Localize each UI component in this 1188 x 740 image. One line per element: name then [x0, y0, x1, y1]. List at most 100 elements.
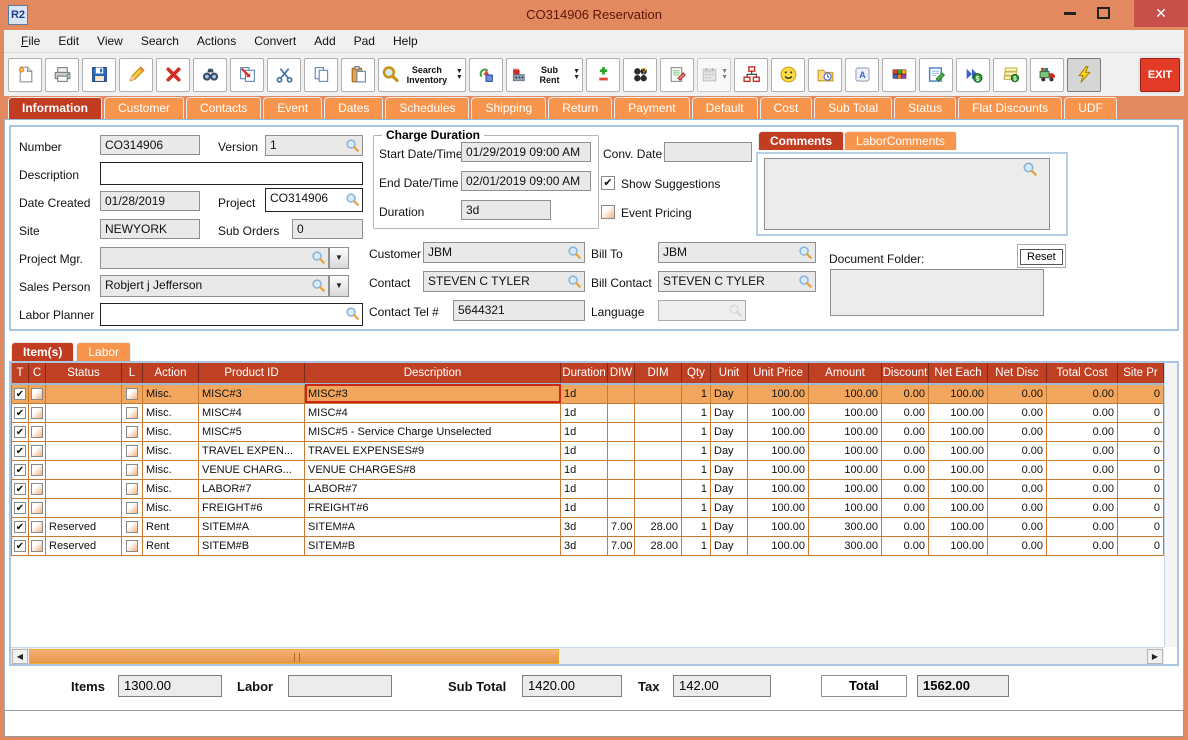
comments-textarea[interactable] — [764, 158, 1050, 230]
checked-checkbox-icon[interactable]: ✔ — [14, 464, 26, 476]
column-header-status[interactable]: Status — [46, 363, 122, 384]
cell-dim[interactable] — [635, 441, 682, 460]
cubes-button[interactable] — [882, 58, 916, 92]
cell-duration[interactable]: 1d — [561, 422, 608, 441]
menu-file[interactable]: File — [12, 31, 49, 51]
menu-actions[interactable]: Actions — [188, 31, 245, 51]
column-header-dim[interactable]: DIM — [635, 363, 682, 384]
search-icon[interactable] — [345, 192, 360, 207]
cell-site-pr[interactable]: 0 — [1118, 479, 1164, 498]
tab-default[interactable]: Default — [692, 97, 758, 119]
row-l-checkbox[interactable] — [122, 441, 143, 460]
row-select-checkbox[interactable]: ✔ — [12, 422, 29, 441]
column-header-unit-price[interactable]: Unit Price — [748, 363, 809, 384]
row-l-checkbox[interactable] — [122, 479, 143, 498]
cell-dim[interactable] — [635, 403, 682, 422]
row-select-checkbox[interactable]: ✔ — [12, 479, 29, 498]
cell-description[interactable]: SITEM#B — [305, 536, 561, 555]
table-row[interactable]: ✔Misc.MISC#3MISC#31d1Day100.00100.000.00… — [12, 384, 1164, 403]
edit-button[interactable] — [119, 58, 153, 92]
cell-action[interactable]: Rent — [143, 536, 199, 555]
horizontal-scrollbar[interactable]: ◀ ▶ — [11, 647, 1164, 664]
column-header-diw[interactable]: DIW — [608, 363, 635, 384]
cell-description[interactable]: SITEM#A — [305, 517, 561, 536]
cell-amount[interactable]: 300.00 — [809, 517, 882, 536]
row-c-checkbox[interactable] — [29, 403, 46, 422]
cell-status[interactable] — [46, 403, 122, 422]
cell-discount[interactable]: 0.00 — [882, 384, 929, 403]
cell-diw[interactable]: 7.00 — [608, 536, 635, 555]
row-select-checkbox[interactable]: ✔ — [12, 403, 29, 422]
row-l-checkbox[interactable] — [122, 422, 143, 441]
search-icon[interactable] — [798, 274, 813, 289]
cell-duration[interactable]: 1d — [561, 403, 608, 422]
cell-qty[interactable]: 1 — [682, 536, 711, 555]
column-header-qty[interactable]: Qty — [682, 363, 711, 384]
cell-net-disc[interactable]: 0.00 — [988, 498, 1047, 517]
cell-total-cost[interactable]: 0.00 — [1047, 479, 1118, 498]
dropdown-arrows-icon[interactable]: ▼▼ — [721, 69, 728, 81]
add-remove-button[interactable] — [586, 58, 620, 92]
table-row[interactable]: ✔Misc.MISC#4MISC#41d1Day100.00100.000.00… — [12, 403, 1164, 422]
cell-duration[interactable]: 1d — [561, 460, 608, 479]
unchecked-checkbox-icon[interactable] — [31, 407, 43, 419]
notepad-button[interactable] — [660, 58, 694, 92]
column-header-action[interactable]: Action — [143, 363, 199, 384]
cell-amount[interactable]: 100.00 — [809, 422, 882, 441]
column-header-description[interactable]: Description — [305, 363, 561, 384]
unchecked-checkbox-icon[interactable] — [31, 521, 43, 533]
cell-discount[interactable]: 0.00 — [882, 536, 929, 555]
exit-button[interactable]: EXIT — [1140, 58, 1180, 92]
search-icon[interactable] — [567, 245, 582, 260]
title-bar[interactable]: R2 CO314906 Reservation ✕ — [0, 0, 1188, 30]
sub-rent-button[interactable]: Sub Rent▼▼ — [506, 58, 583, 92]
cell-amount[interactable]: 100.00 — [809, 441, 882, 460]
cell-total-cost[interactable]: 0.00 — [1047, 422, 1118, 441]
cell-dim[interactable]: 28.00 — [635, 517, 682, 536]
cell-unit-price[interactable]: 100.00 — [748, 422, 809, 441]
cell-diw[interactable]: 7.00 — [608, 517, 635, 536]
project-mgr-field[interactable] — [100, 247, 329, 269]
cell-qty[interactable]: 1 — [682, 460, 711, 479]
vertical-scrollbar[interactable] — [1164, 363, 1177, 647]
row-l-checkbox[interactable] — [122, 460, 143, 479]
tab-laborcomments[interactable]: LaborComments — [844, 131, 957, 150]
checked-checkbox-icon[interactable]: ✔ — [14, 445, 26, 457]
cell-dim[interactable] — [635, 422, 682, 441]
row-select-checkbox[interactable]: ✔ — [12, 517, 29, 536]
menu-search[interactable]: Search — [132, 31, 188, 51]
cell-action[interactable]: Misc. — [143, 479, 199, 498]
cell-discount[interactable]: 0.00 — [882, 517, 929, 536]
cell-site-pr[interactable]: 0 — [1118, 517, 1164, 536]
row-l-checkbox[interactable] — [122, 403, 143, 422]
column-header-net-disc[interactable]: Net Disc — [988, 363, 1047, 384]
cell-total-cost[interactable]: 0.00 — [1047, 517, 1118, 536]
tab-status[interactable]: Status — [894, 97, 956, 119]
cell-discount[interactable]: 0.00 — [882, 403, 929, 422]
cell-dim[interactable] — [635, 479, 682, 498]
table-row[interactable]: ✔Misc.LABOR#7LABOR#71d1Day100.00100.000.… — [12, 479, 1164, 498]
cell-site-pr[interactable]: 0 — [1118, 441, 1164, 460]
delivery-button[interactable] — [1030, 58, 1064, 92]
cell-total-cost[interactable]: 0.00 — [1047, 403, 1118, 422]
project-mgr-dropdown-icon[interactable]: ▼ — [329, 247, 349, 269]
cell-unit[interactable]: Day — [711, 479, 748, 498]
cell-description[interactable]: TRAVEL EXPENSES#9 — [305, 441, 561, 460]
cell-diw[interactable] — [608, 460, 635, 479]
cell-qty[interactable]: 1 — [682, 384, 711, 403]
unchecked-checkbox-icon[interactable] — [126, 540, 138, 552]
unchecked-checkbox-icon[interactable] — [126, 407, 138, 419]
tab-return[interactable]: Return — [548, 97, 612, 119]
cell-net-each[interactable]: 100.00 — [929, 517, 988, 536]
row-c-checkbox[interactable] — [29, 517, 46, 536]
cell-duration[interactable]: 1d — [561, 498, 608, 517]
paste-button[interactable] — [341, 58, 375, 92]
cell-product-id[interactable]: FREIGHT#6 — [199, 498, 305, 517]
checked-checkbox-icon[interactable]: ✔ — [14, 483, 26, 495]
cell-action[interactable]: Rent — [143, 517, 199, 536]
row-c-checkbox[interactable] — [29, 441, 46, 460]
cell-action[interactable]: Misc. — [143, 403, 199, 422]
cell-status[interactable]: Reserved — [46, 536, 122, 555]
cell-net-each[interactable]: 100.00 — [929, 422, 988, 441]
cell-unit[interactable]: Day — [711, 536, 748, 555]
